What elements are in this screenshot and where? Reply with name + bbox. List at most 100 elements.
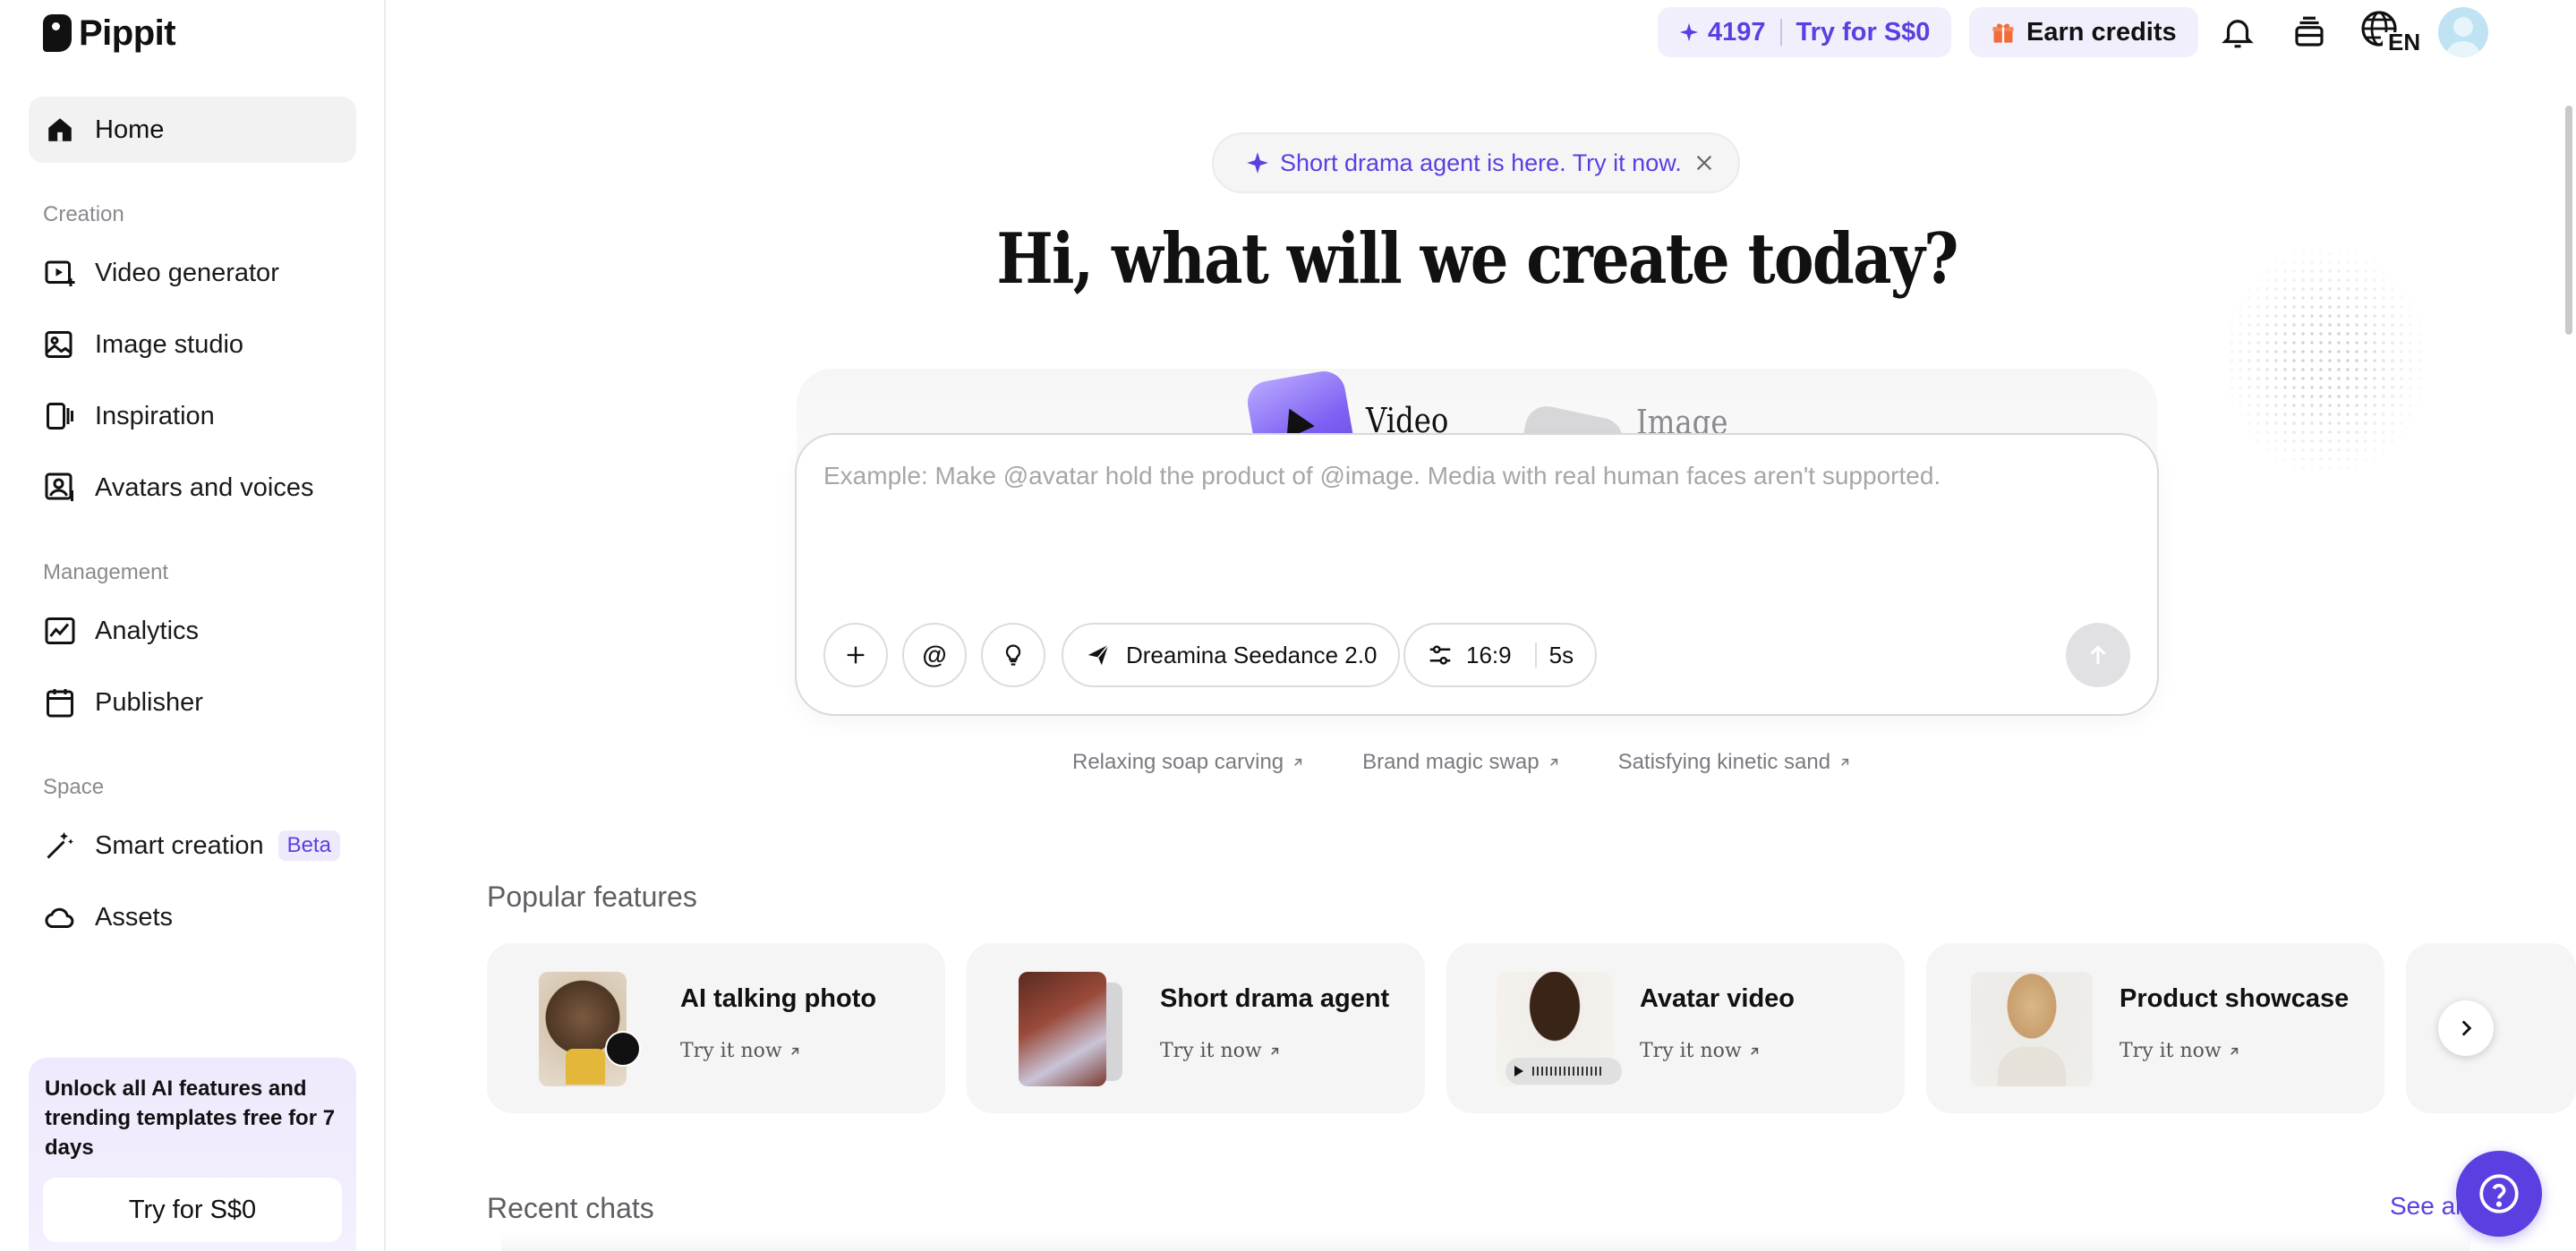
home-icon (43, 113, 77, 147)
popular-features-title: Popular features (487, 881, 697, 913)
sidebar-item-video-generator[interactable]: Video generator (29, 240, 356, 306)
settings-selector[interactable]: 16:9 5s (1403, 623, 1598, 687)
try-it-now-link[interactable]: Try it now (1160, 1040, 1282, 1062)
prompt-input[interactable] (823, 462, 2112, 596)
chevron-right-icon (2461, 1020, 2472, 1036)
arrow-up-right-icon (1750, 1047, 1758, 1055)
sidebar-item-label: Publisher (95, 687, 203, 717)
arrow-up-right-icon (1841, 758, 1849, 766)
analytics-icon (43, 614, 77, 648)
prompt-composer: @ Dreamina Seedance 2.0 16:9 5s (795, 433, 2159, 716)
feature-title: Short drama agent (1160, 984, 1390, 1013)
language-globe-icon[interactable]: EN (2359, 11, 2420, 55)
model-selector[interactable]: Dreamina Seedance 2.0 (1062, 623, 1401, 687)
cloud-icon (43, 900, 77, 934)
banner-text: Short drama agent is here. Try it now. (1280, 149, 1682, 176)
notification-bell-icon[interactable] (2216, 11, 2259, 54)
idea-button[interactable] (981, 623, 1045, 687)
feature-card-short-drama-agent[interactable]: Short drama agent Try it now (967, 943, 1425, 1113)
sparkle-icon (1679, 22, 1699, 42)
aspect-ratio: 16:9 (1466, 641, 1512, 668)
arrow-up-right-icon (2230, 1047, 2238, 1055)
promo-text: Unlock all AI features and trending temp… (45, 1077, 336, 1160)
suggestion-chip[interactable]: Relaxing soap carving (1072, 750, 1305, 775)
try-it-now-label: Try it now (1640, 1040, 1742, 1062)
model-icon (1088, 644, 1109, 666)
try-it-now-link[interactable]: Try it now (2120, 1040, 2241, 1062)
suggestion-chip[interactable]: Brand magic swap (1362, 750, 1560, 775)
suggestion-chip[interactable]: Satisfying kinetic sand (1618, 750, 1852, 775)
feature-card-avatar-video[interactable]: Avatar video Try it now (1446, 943, 1905, 1113)
avatar-voice-icon (43, 471, 77, 505)
arrow-up-right-icon (1294, 758, 1302, 766)
sliders-icon (1429, 645, 1451, 665)
try-it-now-link[interactable]: Try it now (680, 1040, 802, 1062)
page-scrollbar[interactable] (2565, 106, 2572, 335)
sidebar-item-label: Inspiration (95, 401, 215, 430)
recent-chats-title: Recent chats (487, 1192, 654, 1224)
sidebar-item-avatars-voices[interactable]: Avatars and voices (29, 455, 356, 521)
suggestion-label: Brand magic swap (1362, 750, 1540, 774)
section-title-management: Management (43, 560, 169, 584)
help-button[interactable] (2456, 1151, 2542, 1237)
sidebar-item-publisher[interactable]: Publisher (29, 669, 356, 736)
trial-promo-card: Unlock all AI features and trending temp… (29, 1058, 356, 1251)
arrow-up-icon (2090, 645, 2106, 664)
sidebar-item-inspiration[interactable]: Inspiration (29, 383, 356, 449)
pippit-logo[interactable]: Pippit (43, 11, 176, 55)
earn-credits-button[interactable]: Earn credits (1969, 7, 2198, 57)
image-studio-icon (43, 328, 77, 362)
see-all-link[interactable]: See all (2390, 1192, 2467, 1221)
mention-button[interactable]: @ (902, 623, 967, 687)
suggestion-label: Satisfying kinetic sand (1617, 750, 1831, 774)
stack-layers-icon[interactable] (2288, 11, 2331, 54)
arrow-up-right-icon (1270, 1047, 1278, 1055)
sidebar-item-label: Smart creation (95, 830, 264, 860)
send-button[interactable] (2066, 623, 2130, 687)
sidebar-item-label: Assets (95, 902, 174, 932)
sidebar-item-label: Image studio (95, 329, 244, 359)
sidebar-item-label: Video generator (95, 258, 279, 287)
sidebar-item-assets[interactable]: Assets (29, 884, 356, 950)
prompt-suggestions: Relaxing soap carving Brand magic swap S… (1072, 750, 1852, 775)
arrow-up-right-icon (1549, 758, 1557, 766)
sidebar-item-image-studio[interactable]: Image studio (29, 311, 356, 378)
close-icon[interactable] (1690, 149, 1719, 177)
sidebar-item-smart-creation[interactable]: Smart creation Beta (29, 813, 356, 879)
add-media-button[interactable] (823, 623, 888, 687)
carousel-next-button[interactable] (2438, 1000, 2494, 1056)
sidebar: Pippit Home Creation Video generator Ima… (0, 0, 386, 1251)
sidebar-item-label: Analytics (95, 616, 200, 645)
video-generator-icon (43, 256, 77, 290)
feature-title: AI talking photo (680, 984, 877, 1013)
sidebar-item-label: Avatars and voices (95, 472, 314, 502)
lightbulb-icon (1005, 644, 1021, 666)
credits-pill[interactable]: 4197 Try for S$0 (1658, 7, 1952, 57)
announcement-banner[interactable]: Short drama agent is here. Try it now. (1212, 132, 1740, 193)
inspiration-icon (43, 399, 77, 433)
divider (1779, 19, 1782, 46)
try-it-now-link[interactable]: Try it now (1640, 1040, 1761, 1062)
sidebar-item-analytics[interactable]: Analytics (29, 598, 356, 664)
calendar-icon (43, 685, 77, 719)
try-for-button[interactable]: Try for S$0 (1796, 18, 1931, 47)
arrow-up-right-icon (790, 1047, 798, 1055)
credits-value: 4197 (1708, 17, 1766, 47)
credits-count: 4197 (1679, 18, 1766, 47)
feature-thumbnail (1971, 972, 2093, 1086)
sidebar-item-label: Home (95, 115, 165, 144)
user-avatar[interactable] (2438, 7, 2488, 57)
feature-card-product-showcase[interactable]: Product showcase Try it now (1926, 943, 2384, 1113)
beta-badge: Beta (277, 830, 340, 861)
feature-card-ai-talking-photo[interactable]: AI talking photo Try it now (487, 943, 945, 1113)
try-it-now-label: Try it now (1160, 1040, 1262, 1062)
suggestion-label: Relaxing soap carving (1072, 750, 1284, 774)
try-free-button[interactable]: Try for S$0 (43, 1178, 342, 1242)
sidebar-item-home[interactable]: Home (29, 97, 356, 163)
model-name: Dreamina Seedance 2.0 (1126, 641, 1378, 668)
recent-chats-preview (501, 1233, 2470, 1251)
section-title-space: Space (43, 775, 105, 799)
decorative-dot-pattern (2218, 240, 2433, 481)
feature-thumbnail (1019, 972, 1106, 1086)
divider (1534, 643, 1537, 668)
